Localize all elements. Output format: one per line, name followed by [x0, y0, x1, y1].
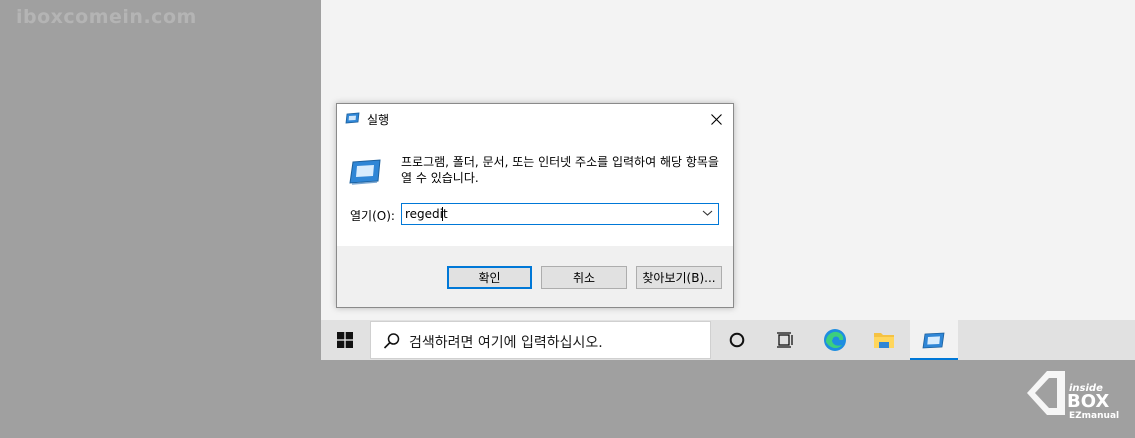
windows-icon	[337, 332, 353, 348]
cortana-icon	[729, 332, 745, 348]
file-explorer-icon	[874, 333, 894, 348]
cancel-button[interactable]: 취소	[541, 266, 627, 289]
start-button[interactable]	[321, 320, 369, 360]
dialog-title: 실행	[367, 113, 390, 127]
run-icon	[345, 112, 360, 124]
chevron-down-icon[interactable]	[702, 209, 713, 217]
dialog-description: 프로그램, 폴더, 문서, 또는 인터넷 주소를 입력하여 해당 항목을 열 수…	[401, 155, 719, 185]
run-icon	[922, 332, 945, 349]
logo-line2: BOX	[1067, 391, 1109, 412]
logo-line3: EZmanual	[1069, 411, 1119, 421]
backdrop-bottom	[321, 360, 1135, 438]
watermark: iboxcomein.com	[16, 6, 197, 28]
task-view-button[interactable]	[761, 320, 809, 360]
run-large-icon	[349, 159, 381, 185]
open-label: 열기(O):	[350, 209, 395, 223]
backdrop-left	[0, 0, 321, 438]
browse-button[interactable]: 찾아보기(B)...	[636, 266, 722, 289]
task-view-icon	[777, 332, 793, 348]
file-explorer-button[interactable]	[860, 320, 908, 360]
close-button[interactable]	[699, 104, 733, 134]
dialog-footer: 확인 취소 찾아보기(B)...	[337, 246, 733, 307]
ok-button[interactable]: 확인	[447, 266, 532, 289]
dialog-titlebar[interactable]: 실행	[337, 104, 733, 134]
run-dialog: 실행 프로그램, 폴더, 문서, 또는 인터넷 주소를 입력하여 해당 항목을 …	[336, 103, 734, 308]
search-placeholder: 검색하려면 여기에 입력하십시오.	[409, 335, 603, 351]
open-combobox[interactable]: regedit	[401, 203, 719, 225]
edge-button[interactable]	[811, 320, 859, 360]
cortana-button[interactable]	[713, 320, 761, 360]
edge-icon	[824, 329, 846, 351]
close-icon	[710, 113, 722, 125]
taskbar-search-box[interactable]: 검색하려면 여기에 입력하십시오.	[370, 321, 711, 359]
search-icon	[383, 333, 400, 349]
insidebox-logo: inside BOX EZmanual	[1027, 371, 1119, 421]
run-taskbar-button[interactable]	[910, 320, 958, 360]
taskbar: 검색하려면 여기에 입력하십시오.	[321, 320, 1135, 360]
text-caret	[442, 207, 443, 221]
